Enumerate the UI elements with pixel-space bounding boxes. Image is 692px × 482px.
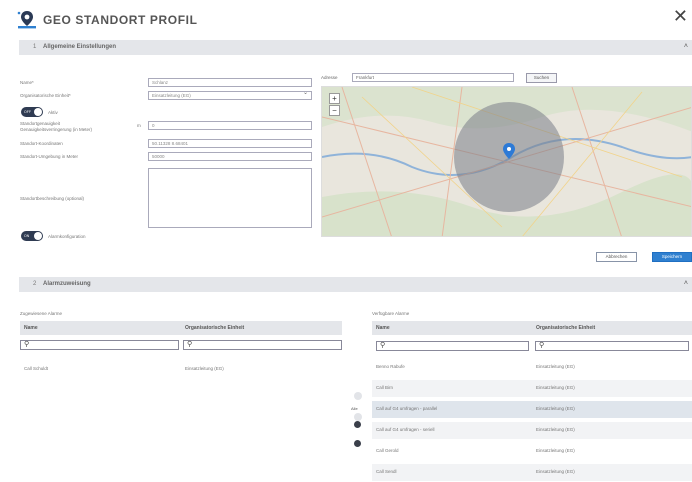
geo-location-logo-icon xyxy=(17,11,36,29)
search-icon: ⚲ xyxy=(380,342,386,349)
zoom-in-button[interactable]: + xyxy=(329,93,340,104)
row-org: Einsatzleitung (EG) xyxy=(536,448,575,453)
accuracy-input[interactable]: 0 xyxy=(148,121,312,130)
zoom-out-button[interactable]: − xyxy=(329,105,340,116)
move-all-label[interactable]: Alle xyxy=(351,406,358,411)
table-row[interactable]: Benno Rabufe Einsatzleitung (EG) xyxy=(372,359,692,376)
section-title: Allgemeine Einstellungen xyxy=(43,44,117,50)
org-unit-select[interactable]: Einsatzleitung (EG) xyxy=(148,90,312,100)
dialog-header: GEO STANDORT PROFIL ✕ xyxy=(0,0,692,38)
column-header-name: Name xyxy=(24,325,38,331)
table-row[interactable]: Call auf G4 umfragen - parallel Einsatzl… xyxy=(372,401,692,418)
row-name: Benno Rabufe xyxy=(376,364,405,369)
assigned-table-header: Name Organisatorische Einheit xyxy=(20,321,342,335)
cancel-button[interactable]: Abbrechen xyxy=(596,252,637,262)
available-alarms-caption: Verfügbare Alarme xyxy=(372,311,410,316)
row-org: Einsatzleitung (EG) xyxy=(536,364,575,369)
row-name: Call auf G4 umfragen - seriell xyxy=(376,427,435,432)
active-label: Aktiv xyxy=(48,110,58,115)
name-label: Name* xyxy=(20,80,34,85)
description-label: Standortbeschreibung (optional) xyxy=(20,196,85,201)
active-toggle[interactable]: OFF xyxy=(21,107,43,117)
section-number: 1 xyxy=(33,44,37,50)
table-row[interactable]: Call Sendl Einsatzleitung (EG) xyxy=(372,464,692,481)
assigned-alarms-caption: Zugewiesene Alarme xyxy=(20,311,63,316)
table-row[interactable]: Call Schuldt Einsatzleitung (EG) xyxy=(20,361,342,378)
row-name: Call Gerold xyxy=(376,448,399,453)
name-input[interactable]: Schlanz xyxy=(148,78,312,87)
org-unit-label: Organisatorische Einheit* xyxy=(20,93,71,98)
move-left-button[interactable] xyxy=(354,392,362,400)
row-name: Call Sendl xyxy=(376,469,397,474)
alarm-config-label: Alarmkonfiguration xyxy=(48,234,86,239)
meter-suffix: m xyxy=(137,123,141,128)
row-org: Einsatzleitung (EG) xyxy=(536,406,575,411)
table-row[interactable]: Call auf G4 umfragen - seriell Einsatzle… xyxy=(372,422,692,439)
row-org: Einsatzleitung (EG) xyxy=(536,385,575,390)
address-search-button[interactable]: Suchen xyxy=(526,73,557,83)
row-name: Call Schuldt xyxy=(24,366,49,371)
row-org: Einsatzleitung (EG) xyxy=(185,366,224,371)
table-row[interactable]: Call Gerold Einsatzleitung (EG) xyxy=(372,443,692,460)
address-label: Adresse xyxy=(321,75,338,80)
available-org-filter-input[interactable]: ⚲ xyxy=(535,341,689,351)
search-icon: ⚲ xyxy=(187,341,193,348)
table-row[interactable]: Call Birn Einsatzleitung (EG) xyxy=(372,380,692,397)
column-header-org: Organisatorische Einheit xyxy=(185,325,245,331)
row-name: Call Birn xyxy=(376,385,394,390)
move-right-button[interactable] xyxy=(354,413,362,421)
assigned-org-filter-input[interactable]: ⚲ xyxy=(183,340,342,350)
close-icon[interactable]: ✕ xyxy=(673,6,688,27)
toggle-state: ON xyxy=(24,233,30,238)
chevron-up-icon[interactable]: ˄ xyxy=(684,43,688,50)
column-header-name: Name xyxy=(376,325,390,331)
location-map[interactable]: + − xyxy=(321,86,692,237)
coordinates-input[interactable]: 50.11328 8.68401 xyxy=(148,139,312,148)
assigned-name-filter-input[interactable]: ⚲ xyxy=(20,340,179,350)
radius-label: Standort-Umgebung in Meter xyxy=(20,154,79,159)
search-icon: ⚲ xyxy=(539,342,545,349)
row-org: Einsatzleitung (EG) xyxy=(536,469,575,474)
move-all-right-button[interactable] xyxy=(354,421,361,428)
move-all-left-button[interactable] xyxy=(354,440,361,447)
toggle-state: OFF xyxy=(24,109,31,114)
column-header-org: Organisatorische Einheit xyxy=(536,325,596,331)
accuracy-reduction-label: Genauigkeitsverringerung (in Meter) xyxy=(20,127,93,132)
map-canvas xyxy=(322,87,691,236)
dialog-title: GEO STANDORT PROFIL xyxy=(43,13,198,27)
save-button[interactable]: Speichern xyxy=(652,252,692,262)
available-table-header: Name Organisatorische Einheit xyxy=(372,321,692,335)
coordinates-label: Standort-Koordinaten xyxy=(20,141,63,146)
chevron-up-icon[interactable]: ˄ xyxy=(684,280,688,287)
radius-input[interactable]: 50000 xyxy=(148,152,312,161)
section-number: 2 xyxy=(33,281,37,287)
toggle-knob xyxy=(34,232,42,240)
available-name-filter-input[interactable]: ⚲ xyxy=(376,341,529,351)
section-general-settings-bar[interactable]: 1 Allgemeine Einstellungen ˄ xyxy=(19,40,692,55)
row-org: Einsatzleitung (EG) xyxy=(536,427,575,432)
section-alarm-assignment-bar[interactable]: 2 Alarmzuweisung ˄ xyxy=(19,277,692,292)
toggle-knob xyxy=(34,108,42,116)
section-title: Alarmzuweisung xyxy=(43,281,91,287)
accuracy-label: Standortgenauigkeit xyxy=(20,121,61,126)
alarm-config-toggle[interactable]: ON xyxy=(21,231,43,241)
row-name: Call auf G4 umfragen - parallel xyxy=(376,406,438,411)
description-textarea[interactable] xyxy=(148,168,312,228)
search-icon: ⚲ xyxy=(24,341,30,348)
address-search-input[interactable]: Frankfurt xyxy=(352,73,514,82)
